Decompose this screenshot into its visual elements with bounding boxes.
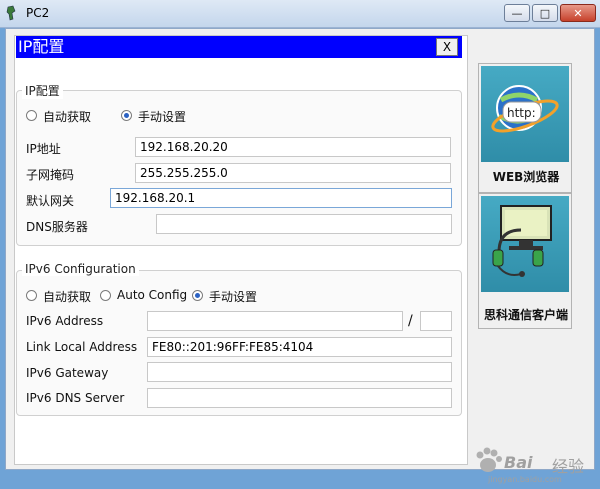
minimize-button[interactable]: —: [504, 4, 530, 22]
web-browser-icon: http:: [491, 85, 559, 133]
ipv6-address-input[interactable]: [147, 311, 403, 331]
cisco-ip-communicator-caption: 思科通信客户端: [483, 308, 568, 322]
dialog-title: IP配置: [18, 37, 65, 56]
default-gateway-label: 默认网关: [26, 194, 75, 208]
ipv4-auto-radio[interactable]: [26, 110, 37, 121]
paw-logo-icon: [476, 447, 502, 472]
ipv4-auto-label: 自动获取: [43, 110, 92, 124]
ipv6-gateway-label: IPv6 Gateway: [26, 366, 109, 380]
ipv4-group-label: IP配置: [22, 82, 63, 99]
watermark-brand2: 经验: [552, 457, 585, 476]
subnet-mask-input[interactable]: 255.255.255.0: [135, 163, 451, 183]
cisco-ip-communicator-tile[interactable]: 思科通信客户端: [478, 193, 572, 329]
window-titlebar: PC2 — □ ✕: [0, 0, 600, 28]
web-browser-caption: WEB浏览器: [492, 170, 560, 184]
link-local-address-input[interactable]: FE80::201:96FF:FE85:4104: [147, 337, 452, 357]
watermark-url: jingyan.baidu.com: [488, 475, 562, 484]
close-icon: ✕: [573, 6, 583, 20]
dns-server-label: DNS服务器: [26, 220, 88, 234]
ipv6-autoconfig-label: Auto Config: [117, 288, 188, 302]
ipv6-auto-radio[interactable]: [26, 290, 37, 301]
ipv6-autoconfig-radio[interactable]: [100, 290, 111, 301]
cisco-ip-communicator-icon: [492, 205, 552, 277]
ipv6-manual-radio[interactable]: [192, 290, 203, 301]
dialog-titlebar: IP配置 X: [16, 36, 462, 58]
default-gateway-input[interactable]: 192.168.20.1: [110, 188, 452, 208]
ipv4-manual-radio[interactable]: [121, 110, 132, 121]
link-local-address-label: Link Local Address: [26, 340, 138, 354]
subnet-mask-label: 子网掩码: [26, 168, 75, 182]
ip-address-label: IP地址: [26, 142, 61, 156]
ipv6-auto-label: 自动获取: [43, 290, 92, 304]
dialog-close-button[interactable]: X: [436, 38, 458, 56]
minimize-icon: —: [511, 6, 523, 20]
dns-server-input[interactable]: [156, 214, 452, 234]
ip-address-input[interactable]: 192.168.20.20: [135, 137, 451, 157]
watermark: Bai 经验 jingyan.baidu.com: [468, 439, 598, 489]
maximize-icon: □: [539, 6, 551, 20]
ipv6-group-label: IPv6 Configuration: [22, 262, 139, 276]
ipv6-dns-server-label: IPv6 DNS Server: [26, 391, 125, 405]
maximize-button[interactable]: □: [532, 4, 558, 22]
ipv6-address-label: IPv6 Address: [26, 314, 104, 328]
prefix-separator: /: [408, 313, 413, 329]
ipv6-gateway-input[interactable]: [147, 362, 452, 382]
window-close-button[interactable]: ✕: [560, 4, 596, 22]
ipv6-dns-server-input[interactable]: [147, 388, 452, 408]
window-title: PC2: [26, 6, 50, 20]
ipv6-manual-label: 手动设置: [209, 290, 258, 304]
ipv6-prefix-input[interactable]: [420, 311, 452, 331]
http-text: http:: [507, 106, 536, 120]
watermark-brand: Bai: [504, 453, 533, 472]
packet-tracer-app-icon: [6, 5, 16, 21]
ipv4-manual-label: 手动设置: [138, 110, 187, 124]
web-browser-tile[interactable]: http: WEB浏览器: [478, 63, 572, 193]
